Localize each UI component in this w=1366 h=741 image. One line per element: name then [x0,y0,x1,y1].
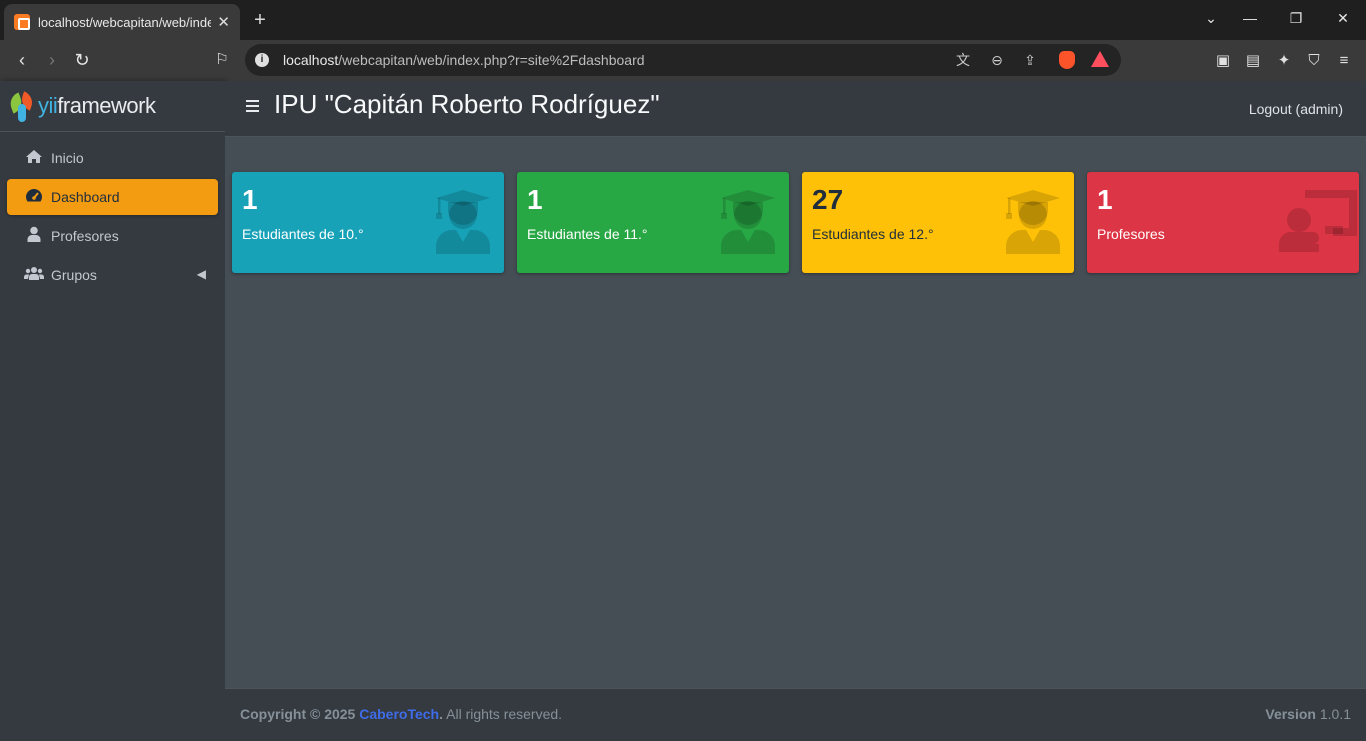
sidebar-item-grupos[interactable]: Grupos ◀ [7,257,218,293]
stat-box-estudiantes-11[interactable]: 1 Estudiantes de 11.° [517,172,789,273]
sidebar-toggle-icon[interactable]: ▣ [1212,50,1234,72]
url-text[interactable]: localhost/webcapitan/web/index.php?r=sit… [283,52,645,68]
rights-text: All rights reserved. [446,706,563,722]
sidebar-item-label: Grupos [51,267,97,283]
page-title: IPU "Capitán Roberto Rodríguez" [274,89,660,119]
graduate-icon [434,188,492,254]
brand-text: yiiframework [38,93,156,118]
address-bar[interactable]: i localhost/webcapitan/web/index.php?r=s… [245,44,1121,76]
teacher-icon [1279,188,1359,254]
leo-ai-icon[interactable]: ✦ [1273,50,1295,72]
restore-icon[interactable]: ❐ [1286,10,1306,27]
stat-box-estudiantes-12[interactable]: 27 Estudiantes de 12.° [802,172,1074,273]
back-icon[interactable]: ‹ [10,48,34,72]
version-number: 1.0.1 [1319,706,1351,722]
main-header: IPU "Capitán Roberto Rodríguez" Logout (… [225,81,1366,137]
hamburger-menu-icon[interactable] [246,100,259,112]
menu-icon[interactable]: ≡ [1333,50,1355,72]
main-content: 1 Estudiantes de 10.° 1 Estudiantes de 1… [225,137,1366,688]
sidebar-item-inicio[interactable]: Inicio [7,140,218,176]
graduate-icon [1004,188,1062,254]
user-icon [24,226,44,246]
dashboard-icon [24,187,44,207]
home-icon [24,149,44,168]
share-icon[interactable]: ⇪ [1019,49,1041,71]
zoom-icon[interactable]: ⊖ [986,49,1008,71]
forward-icon[interactable]: › [40,48,64,72]
stat-box-profesores[interactable]: 1 Profesores [1087,172,1359,273]
bookmark-icon[interactable]: ⚐ [210,48,234,72]
browser-toolbar: ‹ › ↻ ⚐ i localhost/webcapitan/web/index… [0,40,1366,81]
sidebar-item-label: Dashboard [51,189,120,205]
sidebar-item-label: Inicio [51,150,84,166]
translate-icon[interactable]: 文 [952,49,974,71]
browser-tab[interactable]: localhost/webcapitan/web/index.php?r=sit… [4,4,240,40]
minimize-icon[interactable]: — [1240,10,1260,26]
sidebar: yiiframework Inicio Dashboard Profesores… [0,81,225,741]
chevron-left-icon[interactable]: ◀ [197,267,206,281]
company-link[interactable]: CaberoTech [359,706,439,722]
vpn-icon[interactable]: ⛉ [1303,50,1325,72]
brand-logo[interactable]: yiiframework [0,81,225,132]
wallet-icon[interactable]: ▤ [1242,50,1264,72]
sidebar-item-profesores[interactable]: Profesores [7,218,218,254]
logout-link[interactable]: Logout (admin) [1249,101,1343,117]
reload-icon[interactable]: ↻ [70,48,94,72]
tab-close-icon[interactable]: ✕ [217,13,230,31]
version-info: Version 1.0.1 [1265,706,1351,722]
users-icon [24,266,44,284]
site-info-icon[interactable]: i [255,53,269,67]
yii-logo-icon [7,90,36,122]
tab-list-chevron-icon[interactable]: ⌄ [1201,10,1221,27]
stat-box-estudiantes-10[interactable]: 1 Estudiantes de 10.° [232,172,504,273]
xampp-favicon-icon [14,14,30,30]
sidebar-item-label: Profesores [51,228,119,244]
tab-title: localhost/webcapitan/web/index.php?r=sit… [38,14,212,30]
browser-titlebar: localhost/webcapitan/web/index.php?r=sit… [0,0,1366,40]
new-tab-icon[interactable]: + [250,8,270,32]
sidebar-item-dashboard[interactable]: Dashboard [7,179,218,215]
sidebar-menu: Inicio Dashboard Profesores Grupos ◀ [0,132,225,304]
copyright-prefix: Copyright © 2025 [240,706,356,722]
footer: Copyright © 2025 CaberoTech. All rights … [225,688,1366,741]
version-label: Version [1265,706,1316,722]
url-path: /webcapitan/web/index.php?r=site%2Fdashb… [338,52,645,68]
graduate-icon [719,188,777,254]
brave-shields-icon[interactable] [1059,51,1075,69]
brave-rewards-icon[interactable] [1091,51,1109,67]
copyright: Copyright © 2025 CaberoTech. All rights … [240,706,563,722]
url-host: localhost [283,52,339,68]
close-window-icon[interactable]: ✕ [1333,10,1353,27]
